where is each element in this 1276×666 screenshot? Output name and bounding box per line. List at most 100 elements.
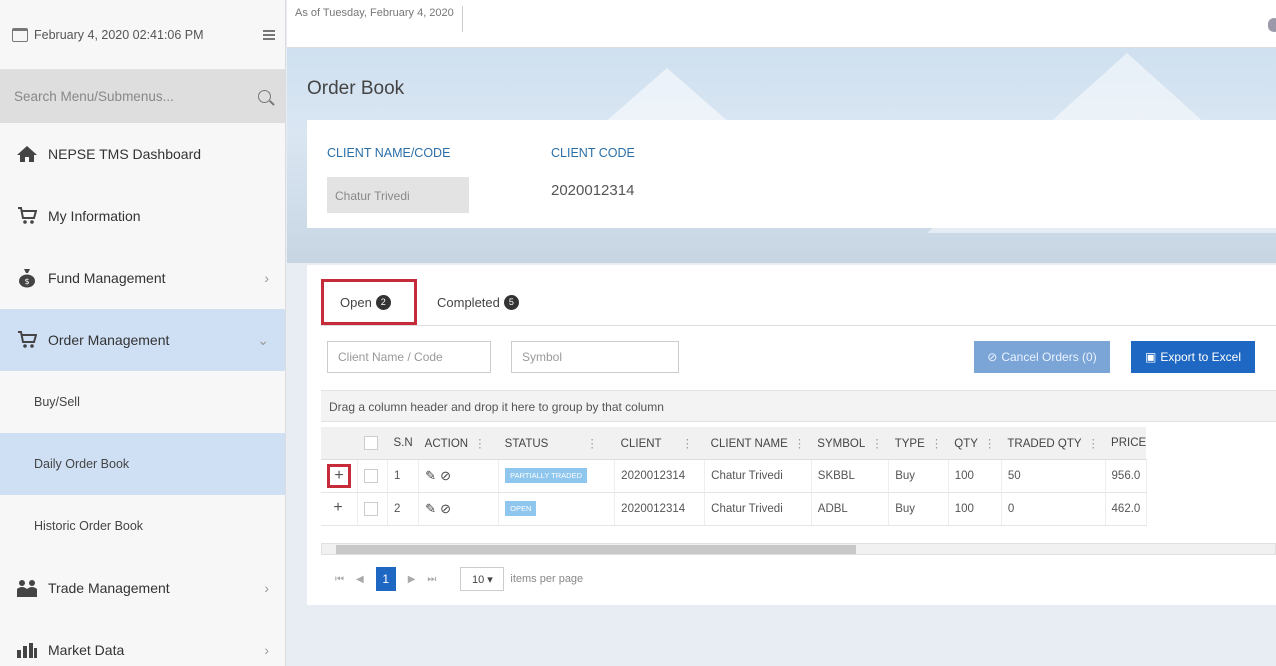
user-avatar[interactable] [1268, 18, 1276, 32]
pagination: ⏮ ◀ 1 ▶ ⏭ 10 ▾ items per page [321, 557, 1276, 601]
column-header-client-name[interactable]: CLIENT NAME ⋮ [704, 427, 812, 460]
sidebar-item-trade-management[interactable]: Trade Management › [0, 557, 285, 619]
sidebar-subitem-daily-order-book[interactable]: Daily Order Book [0, 433, 285, 495]
page-title: Order Book [307, 78, 405, 99]
cancel-orders-label: Cancel Orders (0) [1001, 350, 1097, 364]
export-excel-button[interactable]: ▣ Export to Excel [1131, 341, 1255, 373]
status-badge: PARTIALLY TRADED [505, 468, 588, 483]
cell-client-name: Chatur Trivedi [704, 492, 812, 526]
group-by-bar[interactable]: Drag a column header and drop it here to… [321, 390, 1276, 422]
top-bar: As of Tuesday, February 4, 2020 [287, 0, 1276, 48]
expand-row-icon[interactable]: + [327, 498, 349, 520]
chevron-right-icon: › [264, 270, 269, 286]
as-of-date: As of Tuesday, February 4, 2020 [295, 6, 463, 32]
row-checkbox[interactable] [364, 501, 378, 516]
sidebar-subitem-label: Historic Order Book [34, 519, 144, 533]
column-header-client[interactable]: CLIENT ⋮ [614, 427, 705, 460]
cell-qty: 100 [948, 492, 1002, 526]
horizontal-scrollbar[interactable] [321, 543, 1276, 555]
tab-open[interactable]: Open 2 [321, 279, 417, 325]
chevron-right-icon: › [264, 580, 269, 596]
column-header-action[interactable]: ACTION ⋮ [418, 427, 499, 460]
sidebar-subitem-historic-order-book[interactable]: Historic Order Book [0, 495, 285, 557]
chart-icon [16, 640, 38, 660]
orders-panel: Open 2 Completed 5 Client Name / Code Sy… [307, 265, 1276, 605]
tab-completed[interactable]: Completed 5 [437, 279, 519, 325]
current-page-button[interactable]: 1 [375, 567, 396, 591]
scrollbar-thumb[interactable] [336, 545, 856, 554]
chevron-right-icon: › [264, 642, 269, 658]
select-all-checkbox[interactable] [363, 435, 378, 450]
menu-search[interactable]: Search Menu/Submenus... [0, 70, 285, 123]
sidebar: February 4, 2020 02:41:06 PM Search Menu… [0, 0, 286, 666]
chevron-down-icon: ⌄ [257, 331, 269, 348]
table-header-row: S.N ACTION ⋮ STATUS ⋮ CLIENT ⋮ CLIENT NAME ⋮… [321, 427, 1147, 460]
column-header-sn[interactable]: S.N [387, 427, 419, 460]
client-code-value: 2020012314 [551, 182, 635, 199]
cell-client: 2020012314 [614, 459, 706, 493]
cart-icon [16, 206, 38, 226]
current-datetime: February 4, 2020 02:41:06 PM [34, 27, 204, 42]
client-filter-input[interactable]: Client Name / Code [327, 341, 491, 373]
cancel-order-icon[interactable]: ⊘ [440, 501, 455, 516]
people-icon [16, 578, 38, 598]
menu-toggle-icon[interactable] [263, 29, 275, 40]
sidebar-item-label: My Information [48, 208, 141, 224]
column-header-qty[interactable]: QTY ⋮ [948, 427, 1002, 460]
column-header-traded-qty[interactable]: TRADED QTY ⋮ [1001, 427, 1106, 460]
edit-icon[interactable]: ✎ [425, 501, 440, 516]
sidebar-item-label: Market Data [48, 642, 125, 658]
cancel-order-icon[interactable]: ⊘ [440, 468, 455, 483]
expand-row-icon[interactable]: + [327, 463, 351, 488]
prev-page-icon[interactable]: ◀ [356, 574, 364, 585]
cell-sn: 1 [387, 459, 420, 493]
column-header-price[interactable]: PRICE [1105, 427, 1147, 460]
orders-table: S.N ACTION ⋮ STATUS ⋮ CLIENT ⋮ CLIENT NAME ⋮… [321, 427, 1147, 526]
client-name-field[interactable]: Chatur Trivedi [327, 177, 469, 213]
column-header-type[interactable]: TYPE ⋮ [888, 427, 949, 460]
sidebar-item-fund-management[interactable]: $ Fund Management › [0, 247, 285, 309]
sidebar-item-label: Fund Management [48, 270, 166, 286]
tab-label: Open [340, 294, 372, 310]
symbol-filter-input[interactable]: Symbol [511, 341, 679, 373]
calendar-icon [12, 27, 28, 42]
column-header-status[interactable]: STATUS ⋮ [498, 427, 615, 460]
cell-sn: 2 [387, 492, 420, 526]
table-row: + 1 ✎⊘ PARTIALLY TRADED 2020012314 Chatu… [321, 459, 1147, 493]
cell-client-name: Chatur Trivedi [704, 459, 812, 493]
sidebar-subitem-buy-sell[interactable]: Buy/Sell [0, 371, 285, 433]
cell-type: Buy [888, 492, 949, 526]
table-row: + 2 ✎⊘ OPEN 2020012314 Chatur Trivedi AD… [321, 492, 1147, 526]
last-page-icon[interactable]: ⏭ [427, 574, 436, 585]
cell-type: Buy [888, 459, 949, 493]
sidebar-item-dashboard[interactable]: NEPSE TMS Dashboard [0, 123, 285, 185]
cell-client: 2020012314 [614, 492, 706, 526]
sidebar-item-label: NEPSE TMS Dashboard [48, 146, 202, 162]
sidebar-header: February 4, 2020 02:41:06 PM [0, 0, 285, 70]
menu-search-input[interactable]: Search Menu/Submenus... [14, 89, 258, 104]
cell-price: 462.0 [1105, 492, 1147, 526]
cell-price: 956.0 [1105, 459, 1147, 493]
row-checkbox[interactable] [364, 468, 378, 483]
tab-count-badge: 2 [375, 294, 391, 310]
ban-icon: ⊘ [987, 350, 998, 364]
sidebar-item-my-information[interactable]: My Information [0, 185, 285, 247]
cell-symbol: SKBBL [811, 459, 890, 493]
items-per-page-label: items per page [510, 573, 584, 585]
sidebar-item-market-data[interactable]: Market Data › [0, 619, 285, 666]
cancel-orders-button[interactable]: ⊘ Cancel Orders (0) [974, 341, 1110, 373]
cell-traded-qty: 50 [1001, 459, 1106, 493]
cell-symbol: ADBL [811, 492, 890, 526]
cart-icon [16, 330, 38, 350]
client-name-label: CLIENT NAME/CODE [327, 146, 451, 160]
sidebar-item-order-management[interactable]: Order Management ⌄ [0, 309, 285, 371]
next-page-icon[interactable]: ▶ [408, 574, 416, 585]
export-excel-label: Export to Excel [1160, 350, 1242, 364]
edit-icon[interactable]: ✎ [425, 468, 440, 483]
page-size-select[interactable]: 10 ▾ [460, 567, 505, 591]
column-header-symbol[interactable]: SYMBOL ⋮ [811, 427, 889, 460]
search-icon[interactable] [258, 90, 271, 103]
first-page-icon[interactable]: ⏮ [335, 574, 344, 585]
main-content: As of Tuesday, February 4, 2020 Order Bo… [287, 0, 1276, 666]
money-bag-icon: $ [16, 268, 38, 288]
